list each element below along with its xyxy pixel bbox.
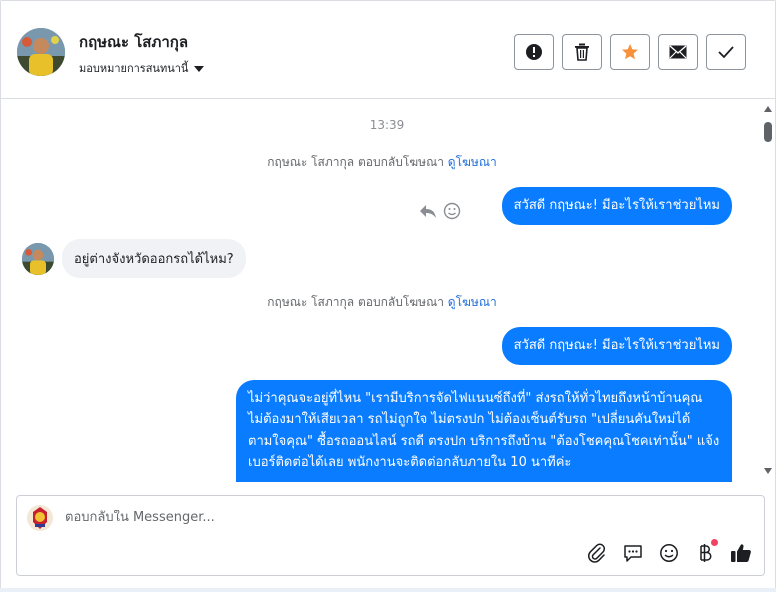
contact-avatar-small [22, 243, 54, 275]
like-button[interactable] [730, 542, 752, 564]
scroll-up-arrow-icon[interactable] [764, 106, 772, 112]
thread-scrollbar[interactable] [761, 100, 775, 482]
envelope-icon [669, 45, 687, 59]
assign-conversation-dropdown[interactable]: มอบหมายการสนทนานี้ [79, 59, 205, 77]
star-button[interactable] [610, 34, 650, 70]
reply-composer [16, 495, 765, 576]
mark-unread-button[interactable] [658, 34, 698, 70]
outgoing-message[interactable]: สวัสดี กฤษณะ! มีอะไรให้เราช่วยไหม [501, 327, 732, 365]
alert-icon [526, 44, 542, 60]
trash-icon [575, 43, 589, 61]
thumbs-up-icon [731, 544, 751, 562]
emoji-reaction-icon[interactable] [443, 202, 461, 220]
outgoing-message[interactable]: สวัสดี กฤษณะ! มีอะไรให้เราช่วยไหม [501, 187, 732, 225]
emoji-button[interactable] [658, 542, 680, 564]
saved-replies-button[interactable] [622, 542, 644, 564]
ad-reply-note: กฤษณะ โสภากุล ตอบกลับโฆษณา ดูโฆษณา [1, 293, 763, 312]
attach-button[interactable] [586, 542, 608, 564]
view-ad-link[interactable]: ดูโฆษณา [448, 295, 497, 309]
spam-button[interactable] [514, 34, 554, 70]
header-actions [514, 34, 746, 70]
scroll-thumb[interactable] [764, 122, 772, 142]
incoming-message[interactable]: อยู่ต่างจังหวัดออกรถได้ไหม? [62, 239, 246, 278]
payment-button[interactable] [694, 539, 718, 564]
ad-reply-note: กฤษณะ โสภากุล ตอบกลับโฆษณา ดูโฆษณา [1, 153, 763, 172]
star-icon [622, 44, 638, 60]
reply-icon[interactable] [419, 203, 437, 219]
messenger-conversation-panel: กฤษณะ โสภากุล มอบหมายการสนทนานี้ 13:39 ก… [0, 0, 776, 592]
message-timestamp: 13:39 [369, 118, 405, 132]
mark-done-button[interactable] [706, 34, 746, 70]
paperclip-icon [588, 543, 606, 563]
caret-down-icon [194, 65, 205, 72]
emoji-icon [660, 544, 678, 562]
message-hover-actions [419, 202, 461, 220]
ad-reply-text: กฤษณะ โสภากุล ตอบกลับโฆษณา [267, 295, 444, 309]
contact-name[interactable]: กฤษณะ โสภากุล [79, 30, 188, 54]
message-thread[interactable]: 13:39 กฤษณะ โสภากุล ตอบกลับโฆษณา ดูโฆษณา… [1, 100, 763, 482]
assign-label: มอบหมายการสนทนานี้ [79, 62, 189, 75]
outgoing-message-long[interactable]: ไม่ว่าคุณจะอยู่ที่ไหน "เรามีบริการจัดไฟแ… [236, 380, 732, 482]
reply-input[interactable] [65, 510, 565, 525]
ad-reply-text: กฤษณะ โสภากุล ตอบกลับโฆษณา [267, 155, 444, 169]
saved-reply-icon [624, 545, 642, 562]
page-avatar [26, 504, 54, 532]
check-icon [718, 46, 734, 59]
delete-button[interactable] [562, 34, 602, 70]
baht-icon [700, 544, 712, 562]
page-background-strip [0, 588, 776, 592]
scroll-down-arrow-icon[interactable] [764, 468, 772, 474]
contact-avatar[interactable] [17, 28, 65, 76]
conversation-header: กฤษณะ โสภากุล มอบหมายการสนทนานี้ [1, 1, 775, 99]
notification-dot [711, 539, 718, 546]
composer-tools [586, 539, 752, 564]
view-ad-link[interactable]: ดูโฆษณา [448, 155, 497, 169]
